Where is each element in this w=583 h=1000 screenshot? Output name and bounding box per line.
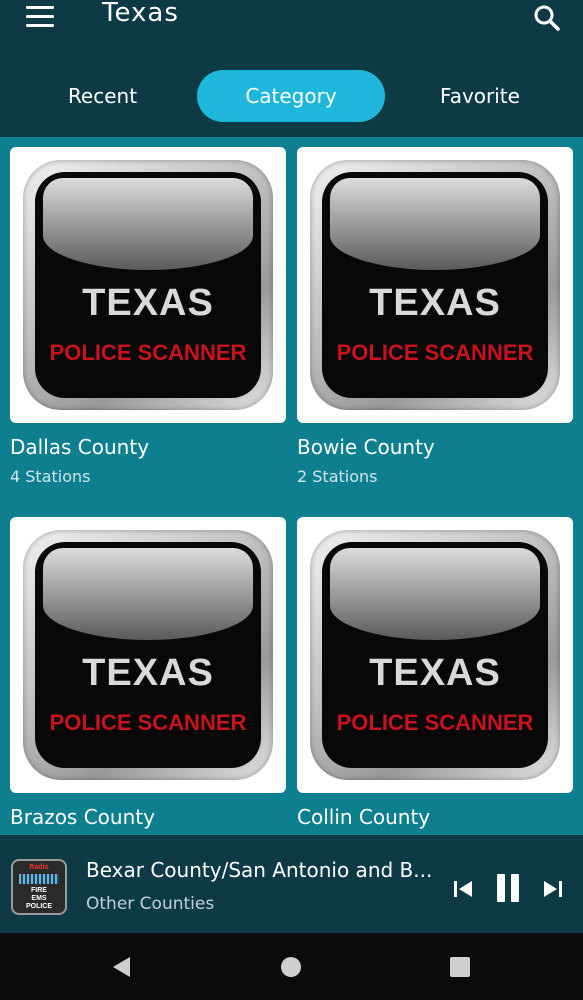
category-thumbnail: TEXAS POLICE SCANNER — [297, 147, 573, 423]
tab-bar: Recent Category Favorite — [0, 70, 583, 124]
now-playing-title: Bexar County/San Antonio and B... — [86, 858, 433, 882]
back-icon[interactable] — [110, 955, 134, 979]
tab-category[interactable]: Category — [197, 70, 385, 122]
tab-recent[interactable]: Recent — [30, 70, 175, 122]
category-name: Bowie County — [297, 435, 435, 459]
recents-icon[interactable] — [448, 955, 472, 979]
logo-text-scanner: POLICE SCANNER — [336, 340, 534, 365]
station-artwork: Radio FIRE EMS POLICE — [11, 859, 67, 915]
logo-text-texas: TEXAS — [369, 282, 501, 324]
category-card-bowie[interactable]: TEXAS POLICE SCANNER Bowie County 2 Stat… — [297, 147, 573, 486]
skip-next-icon[interactable] — [543, 879, 563, 899]
category-grid: TEXAS POLICE SCANNER Dallas County 4 Sta… — [0, 137, 583, 835]
station-count: 2 Stations — [297, 467, 378, 486]
now-playing-subtitle: Other Counties — [86, 894, 215, 914]
station-count: 4 Stations — [10, 467, 91, 486]
category-name: Collin County — [297, 805, 431, 829]
category-card-collin[interactable]: TEXAS POLICE SCANNER Collin County — [297, 517, 573, 835]
police-scanner-logo: TEXAS POLICE SCANNER — [310, 160, 560, 410]
system-navigation-bar — [0, 933, 583, 1000]
home-icon[interactable] — [279, 955, 303, 979]
category-name: Brazos County — [10, 805, 155, 829]
category-thumbnail: TEXAS POLICE SCANNER — [10, 517, 286, 793]
police-scanner-logo: TEXAS POLICE SCANNER — [310, 530, 560, 780]
category-card-brazos[interactable]: TEXAS POLICE SCANNER Brazos County — [10, 517, 286, 835]
skip-previous-icon[interactable] — [453, 879, 473, 899]
logo-text-scanner: POLICE SCANNER — [336, 710, 534, 735]
logo-text-scanner: POLICE SCANNER — [49, 340, 247, 365]
logo-text-scanner: POLICE SCANNER — [49, 710, 247, 735]
menu-icon[interactable] — [26, 6, 54, 30]
police-scanner-logo: TEXAS POLICE SCANNER — [23, 160, 273, 410]
tab-favorite[interactable]: Favorite — [404, 70, 556, 122]
category-card-dallas[interactable]: TEXAS POLICE SCANNER Dallas County 4 Sta… — [10, 147, 286, 486]
pause-icon[interactable] — [494, 873, 522, 903]
police-scanner-logo: TEXAS POLICE SCANNER — [23, 530, 273, 780]
page-title: Texas — [102, 0, 179, 28]
category-thumbnail: TEXAS POLICE SCANNER — [297, 517, 573, 793]
logo-text-texas: TEXAS — [369, 652, 501, 694]
category-name: Dallas County — [10, 435, 150, 459]
now-playing-bar[interactable]: Radio FIRE EMS POLICE Bexar County/San A… — [0, 835, 583, 933]
app-bar: Texas Recent Category Favorite — [0, 0, 583, 137]
logo-text-texas: TEXAS — [82, 652, 214, 694]
logo-text-texas: TEXAS — [82, 282, 214, 324]
category-thumbnail: TEXAS POLICE SCANNER — [10, 147, 286, 423]
search-icon[interactable] — [533, 4, 561, 32]
